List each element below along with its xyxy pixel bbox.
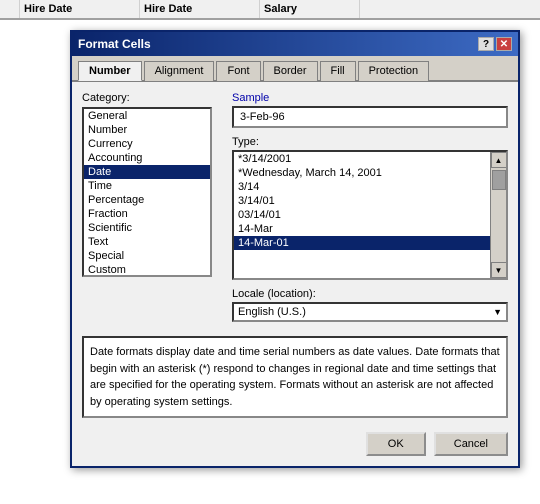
- type-section: Type: *3/14/2001 *Wednesday, March 14, 2…: [232, 136, 508, 280]
- category-percentage[interactable]: Percentage: [84, 193, 210, 207]
- sample-label: Sample: [232, 92, 508, 104]
- help-button[interactable]: ?: [478, 37, 494, 51]
- category-fraction[interactable]: Fraction: [84, 207, 210, 221]
- tab-protection[interactable]: Protection: [358, 61, 430, 81]
- dialog-title: Format Cells: [78, 37, 151, 51]
- type-label: Type:: [232, 136, 508, 148]
- category-time[interactable]: Time: [84, 179, 210, 193]
- locale-label: Locale (location):: [232, 288, 508, 300]
- description-box: Date formats display date and time seria…: [82, 336, 508, 418]
- locale-section: Locale (location): English (U.S.) ▼: [232, 288, 508, 322]
- sample-section: Sample 3-Feb-96: [232, 92, 508, 128]
- category-scientific[interactable]: Scientific: [84, 221, 210, 235]
- category-date[interactable]: Date: [84, 165, 210, 179]
- dialog-tabs: Number Alignment Font Border Fill Protec…: [72, 56, 518, 82]
- type-list[interactable]: *3/14/2001 *Wednesday, March 14, 2001 3/…: [232, 150, 508, 280]
- category-currency[interactable]: Currency: [84, 137, 210, 151]
- scroll-up-arrow[interactable]: ▲: [491, 152, 507, 168]
- type-item-6[interactable]: 14-Mar-01: [234, 236, 490, 250]
- type-item-3[interactable]: 3/14/01: [234, 194, 490, 208]
- type-item-1[interactable]: *Wednesday, March 14, 2001: [234, 166, 490, 180]
- category-section: Category: General Number Currency Accoun…: [82, 92, 222, 328]
- type-item-5[interactable]: 14-Mar: [234, 222, 490, 236]
- category-general[interactable]: General: [84, 109, 210, 123]
- cancel-button[interactable]: Cancel: [434, 432, 508, 456]
- category-list[interactable]: General Number Currency Accounting Date …: [82, 107, 212, 277]
- tab-number[interactable]: Number: [78, 61, 142, 81]
- row-num-header: [0, 0, 20, 18]
- locale-dropdown[interactable]: English (U.S.) ▼: [232, 302, 508, 322]
- category-text[interactable]: Text: [84, 235, 210, 249]
- category-label: Category:: [82, 92, 222, 104]
- col-salary: Salary: [260, 0, 360, 18]
- dialog-titlebar: Format Cells ? ✕: [72, 32, 518, 56]
- format-cells-dialog: Format Cells ? ✕ Number Alignment Font B…: [70, 30, 520, 468]
- tab-border[interactable]: Border: [263, 61, 318, 81]
- col-hire-date-2: Hire Date: [140, 0, 260, 18]
- type-list-inner: *3/14/2001 *Wednesday, March 14, 2001 3/…: [234, 152, 506, 250]
- scroll-thumb[interactable]: [492, 170, 506, 190]
- category-number[interactable]: Number: [84, 123, 210, 137]
- type-item-4[interactable]: 03/14/01: [234, 208, 490, 222]
- scroll-down-arrow[interactable]: ▼: [491, 262, 507, 278]
- dialog-close-button[interactable]: ✕: [496, 37, 512, 51]
- column-header-row: Hire Date Hire Date Salary: [0, 0, 540, 20]
- category-custom[interactable]: Custom: [84, 263, 210, 277]
- locale-value: English (U.S.): [238, 306, 306, 318]
- category-special[interactable]: Special: [84, 249, 210, 263]
- dialog-footer: OK Cancel: [82, 426, 508, 456]
- ok-button[interactable]: OK: [366, 432, 426, 456]
- tab-fill[interactable]: Fill: [320, 61, 356, 81]
- type-item-0[interactable]: *3/14/2001: [234, 152, 490, 166]
- type-list-scrollbar[interactable]: ▲ ▼: [490, 152, 506, 278]
- dialog-content: Category: General Number Currency Accoun…: [82, 92, 508, 328]
- col-hire-date-1: Hire Date: [20, 0, 140, 18]
- right-panel: Sample 3-Feb-96 Type: *3/14/2001 *Wednes…: [232, 92, 508, 328]
- titlebar-buttons: ? ✕: [478, 37, 512, 51]
- category-accounting[interactable]: Accounting: [84, 151, 210, 165]
- dialog-body: Category: General Number Currency Accoun…: [72, 82, 518, 466]
- sample-value: 3-Feb-96: [232, 106, 508, 128]
- tab-alignment[interactable]: Alignment: [144, 61, 215, 81]
- tab-font[interactable]: Font: [216, 61, 260, 81]
- locale-dropdown-arrow[interactable]: ▼: [493, 307, 502, 317]
- type-item-2[interactable]: 3/14: [234, 180, 490, 194]
